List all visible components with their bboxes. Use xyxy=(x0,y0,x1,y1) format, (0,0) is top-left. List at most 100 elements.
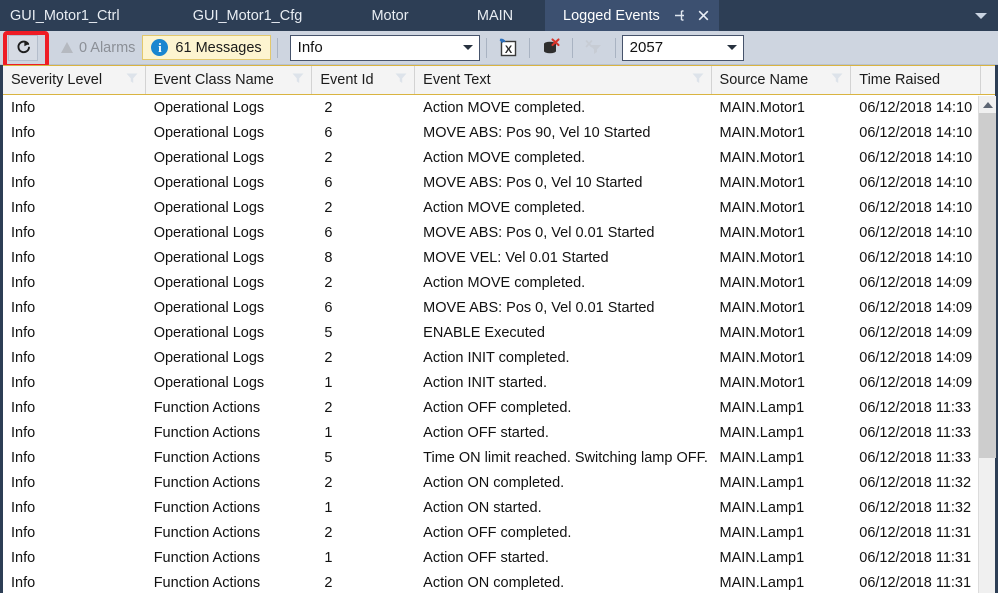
tab-label: GUI_Motor1_Ctrl xyxy=(10,8,120,24)
column-header-time-raised[interactable]: Time Raised xyxy=(851,66,981,94)
filter-funnel-icon[interactable] xyxy=(291,71,305,89)
cell-event-text: MOVE VEL: Vel 0.01 Started xyxy=(415,245,711,270)
table-row[interactable]: InfoFunction Actions2Action OFF complete… xyxy=(3,395,995,420)
scrollbar-thumb[interactable] xyxy=(979,113,996,458)
cell-event-class-name: Operational Logs xyxy=(146,95,313,120)
tab-logged-events[interactable]: Logged Events xyxy=(545,0,719,31)
cell-time-raised: 06/12/2018 14:09 xyxy=(851,320,981,345)
cell-source-name: MAIN.Motor1 xyxy=(712,320,852,345)
filter-funnel-icon[interactable] xyxy=(125,71,139,89)
cell-severity-level: Info xyxy=(3,170,146,195)
chevron-down-icon xyxy=(463,45,473,50)
scroll-up-arrow-icon xyxy=(983,102,993,108)
close-icon[interactable] xyxy=(696,8,711,23)
cell-event-id: 2 xyxy=(312,145,415,170)
cell-event-text: MOVE ABS: Pos 90, Vel 10 Started xyxy=(415,120,711,145)
cell-severity-level: Info xyxy=(3,520,146,545)
cell-source-name: MAIN.Motor1 xyxy=(712,245,852,270)
cell-event-text: MOVE ABS: Pos 0, Vel 10 Started xyxy=(415,170,711,195)
table-row[interactable]: InfoFunction Actions1Action OFF started.… xyxy=(3,420,995,445)
column-header-label: Event Text xyxy=(423,72,490,88)
table-row[interactable]: InfoOperational Logs1Action INIT started… xyxy=(3,370,995,395)
tab-gui-motor1-ctrl[interactable]: GUI_Motor1_Ctrl xyxy=(0,0,160,31)
cell-source-name: MAIN.Lamp1 xyxy=(712,570,852,593)
filter-funnel-icon[interactable] xyxy=(394,71,408,89)
column-header-event-text[interactable]: Event Text xyxy=(415,66,711,94)
logged-events-window: GUI_Motor1_Ctrl GUI_Motor1_Cfg Motor MAI… xyxy=(0,0,998,593)
export-excel-button[interactable]: X xyxy=(493,34,523,62)
vertical-scrollbar[interactable] xyxy=(978,96,995,593)
table-row[interactable]: InfoOperational Logs8MOVE VEL: Vel 0.01 … xyxy=(3,245,995,270)
cell-severity-level: Info xyxy=(3,345,146,370)
cell-event-id: 2 xyxy=(312,395,415,420)
cell-event-class-name: Operational Logs xyxy=(146,295,313,320)
table-row[interactable]: InfoFunction Actions2Action ON completed… xyxy=(3,570,995,593)
tab-overflow-button[interactable] xyxy=(964,0,998,31)
cell-event-text: Action ON completed. xyxy=(415,570,711,593)
warning-triangle-icon xyxy=(61,42,73,53)
cell-event-id: 1 xyxy=(312,495,415,520)
chevron-down-icon xyxy=(727,45,737,50)
cell-source-name: MAIN.Lamp1 xyxy=(712,545,852,570)
tab-main[interactable]: MAIN xyxy=(445,0,545,31)
cell-event-text: Action ON started. xyxy=(415,495,711,520)
row-count-arrow[interactable] xyxy=(721,45,743,50)
row-count-value: 2057 xyxy=(623,39,721,56)
alarms-indicator[interactable]: 0 Alarms xyxy=(54,37,142,59)
cell-event-class-name: Function Actions xyxy=(146,570,313,593)
cell-source-name: MAIN.Lamp1 xyxy=(712,470,852,495)
tab-motor[interactable]: Motor xyxy=(335,0,445,31)
severity-filter-dropdown[interactable]: Info xyxy=(290,35,480,61)
table-row[interactable]: InfoOperational Logs2Action MOVE complet… xyxy=(3,195,995,220)
pin-icon[interactable] xyxy=(672,8,687,23)
cell-event-text: Action MOVE completed. xyxy=(415,95,711,120)
severity-filter-arrow[interactable] xyxy=(457,45,479,50)
table-row[interactable]: InfoOperational Logs6MOVE ABS: Pos 0, Ve… xyxy=(3,295,995,320)
cell-severity-level: Info xyxy=(3,145,146,170)
table-row[interactable]: InfoOperational Logs2Action MOVE complet… xyxy=(3,145,995,170)
table-row[interactable]: InfoOperational Logs2Action MOVE complet… xyxy=(3,270,995,295)
table-row[interactable]: InfoOperational Logs6MOVE ABS: Pos 90, V… xyxy=(3,120,995,145)
table-row[interactable]: InfoFunction Actions2Action OFF complete… xyxy=(3,520,995,545)
cell-event-text: Action ON completed. xyxy=(415,470,711,495)
table-row[interactable]: InfoOperational Logs2Action MOVE complet… xyxy=(3,95,995,120)
cell-time-raised: 06/12/2018 14:10 xyxy=(851,195,981,220)
table-row[interactable]: InfoOperational Logs6MOVE ABS: Pos 0, Ve… xyxy=(3,170,995,195)
filter-funnel-icon[interactable] xyxy=(691,71,705,89)
scrollbar-up-button[interactable] xyxy=(979,96,996,113)
cell-severity-level: Info xyxy=(3,495,146,520)
refresh-icon xyxy=(15,39,32,56)
table-row[interactable]: InfoOperational Logs6MOVE ABS: Pos 0, Ve… xyxy=(3,220,995,245)
cell-time-raised: 06/12/2018 14:10 xyxy=(851,245,981,270)
row-count-dropdown[interactable]: 2057 xyxy=(622,35,744,61)
table-row[interactable]: InfoFunction Actions2Action ON completed… xyxy=(3,470,995,495)
table-row[interactable]: InfoFunction Actions1Action ON started.M… xyxy=(3,495,995,520)
table-row[interactable]: InfoOperational Logs2Action INIT complet… xyxy=(3,345,995,370)
cell-severity-level: Info xyxy=(3,420,146,445)
filter-funnel-icon[interactable] xyxy=(830,71,844,89)
table-row[interactable]: InfoFunction Actions1Action OFF started.… xyxy=(3,545,995,570)
tab-gui-motor1-cfg[interactable]: GUI_Motor1_Cfg xyxy=(160,0,335,31)
cell-time-raised: 06/12/2018 14:10 xyxy=(851,220,981,245)
messages-indicator[interactable]: i 61 Messages xyxy=(142,35,270,60)
cell-severity-level: Info xyxy=(3,195,146,220)
cell-severity-level: Info xyxy=(3,295,146,320)
cell-event-id: 2 xyxy=(312,520,415,545)
alarms-label: 0 Alarms xyxy=(79,40,135,56)
column-header-event-id[interactable]: Event Id xyxy=(312,66,415,94)
column-header-label: Source Name xyxy=(720,72,809,88)
clear-database-button[interactable] xyxy=(536,34,566,62)
column-header-source-name[interactable]: Source Name xyxy=(712,66,852,94)
cell-event-text: Action MOVE completed. xyxy=(415,270,711,295)
cell-event-id: 1 xyxy=(312,370,415,395)
column-header-severity-level[interactable]: Severity Level xyxy=(3,66,146,94)
tab-label: GUI_Motor1_Cfg xyxy=(193,8,303,24)
clear-filter-button[interactable] xyxy=(579,34,609,62)
column-header-event-class-name[interactable]: Event Class Name xyxy=(146,66,313,94)
cell-event-id: 6 xyxy=(312,170,415,195)
cell-source-name: MAIN.Motor1 xyxy=(712,295,852,320)
cell-event-class-name: Operational Logs xyxy=(146,220,313,245)
refresh-button[interactable] xyxy=(8,35,38,61)
table-row[interactable]: InfoFunction Actions5Time ON limit reach… xyxy=(3,445,995,470)
table-row[interactable]: InfoOperational Logs5ENABLE ExecutedMAIN… xyxy=(3,320,995,345)
